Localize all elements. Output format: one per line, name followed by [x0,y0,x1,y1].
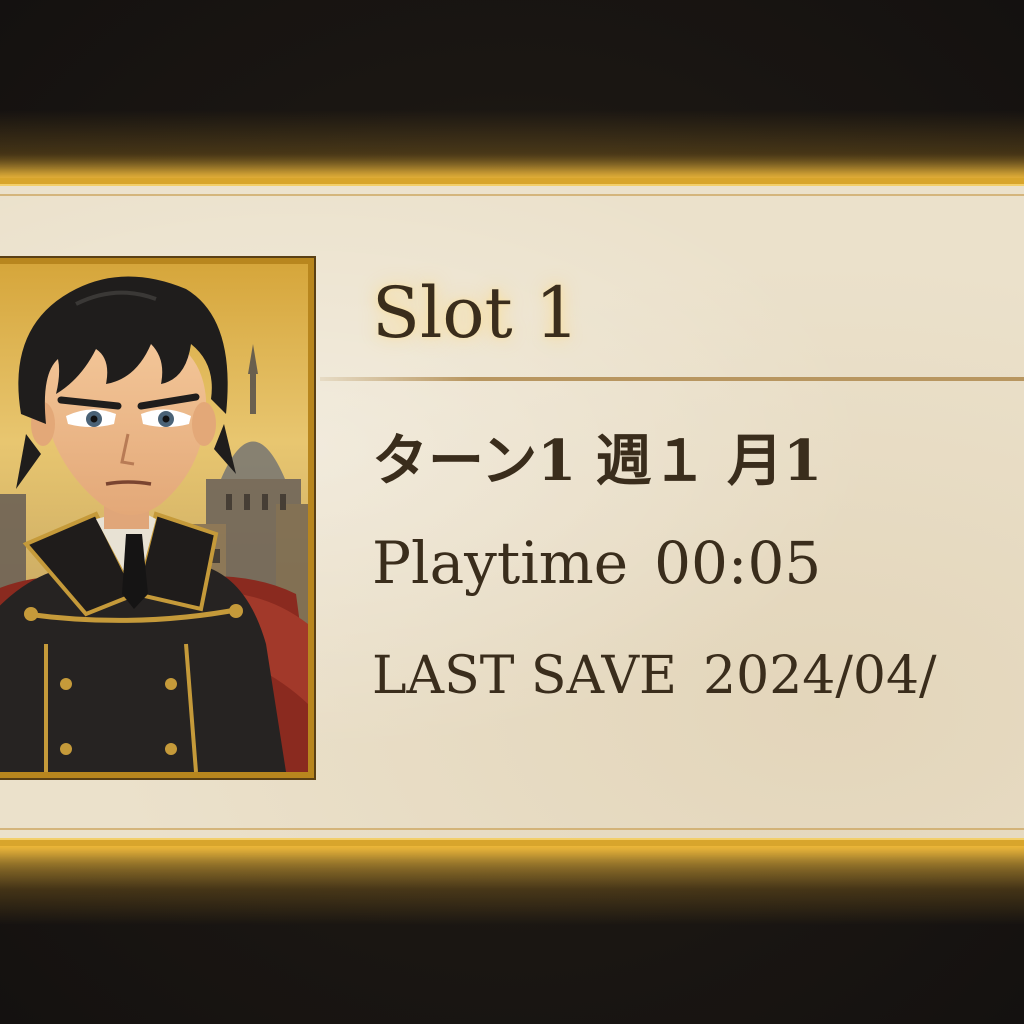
playtime-label: Playtime [372,529,629,597]
title-divider [320,377,1024,381]
portrait-illustration [0,264,308,772]
save-screen: Slot 1 ターン1 週１ 月1 Playtime 00:05 LAST SAV… [0,0,1024,1024]
last-save-value: 2024/04/ [703,646,937,706]
last-save-info: LAST SAVE 2024/04/ [372,646,937,706]
playtime-value: 00:05 [654,529,822,597]
bottom-glow [0,845,1024,925]
slot-info: Slot 1 ターン1 週１ 月1 Playtime 00:05 LAST SAV… [320,184,1024,840]
last-save-label: LAST SAVE [372,646,678,706]
save-slot-card[interactable]: Slot 1 ターン1 週１ 月1 Playtime 00:05 LAST SAV… [0,178,1024,846]
turn-info: ターン1 週１ 月1 [372,428,823,494]
character-portrait [0,256,316,780]
slot-title: Slot 1 [372,272,580,354]
playtime-info: Playtime 00:05 [372,529,821,597]
